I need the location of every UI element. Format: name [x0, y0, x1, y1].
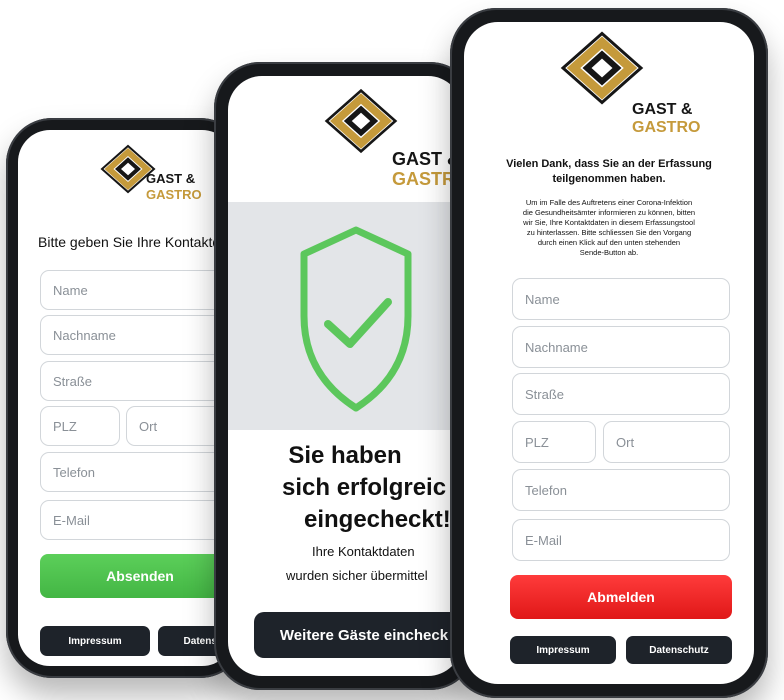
thanks-heading-line1: Vielen Dank, dass Sie an der Erfassung [506, 158, 712, 170]
nachname-field[interactable]: Nachname [40, 315, 230, 355]
info-line: Um im Falle des Auftretens einer Corona-… [525, 198, 693, 207]
shield-check-icon [300, 226, 412, 412]
success-heading-line2: sich erfolgreic [282, 474, 447, 501]
info-line: durch einen Klick auf den unten stehende… [537, 238, 681, 247]
brand-name-line1: GAST & [146, 171, 196, 186]
name-field[interactable]: Name [40, 270, 230, 310]
middle-phone-screen: GAST & GASTRO Sie haben sich erfolgreic … [228, 76, 462, 676]
brand-name-line2: GASTRO [146, 187, 202, 202]
brand-name-line1: GAST & [632, 101, 693, 118]
info-line: wir Sie, Ihre Kontaktdaten in diesem Erf… [523, 218, 695, 227]
right-phone-screen: GAST & GASTRO Vielen Dank, dass Sie an d… [464, 22, 754, 684]
left-phone-screen: GAST & GASTRO Bitte geben Sie Ihre Konta… [18, 130, 234, 666]
plz-field[interactable]: PLZ [40, 406, 120, 446]
success-heading-line1: Sie haben [288, 442, 402, 469]
left-phone: GAST & GASTRO Bitte geben Sie Ihre Konta… [6, 118, 246, 678]
plz-field[interactable]: PLZ [512, 421, 596, 463]
impressum-button[interactable]: Impressum [510, 636, 616, 664]
success-banner [228, 202, 462, 430]
brand-logo-icon [560, 31, 644, 105]
nachname-field[interactable]: Nachname [512, 326, 730, 368]
info-line: zu hinterlassen. Bitte schliessen Sie de… [526, 228, 692, 237]
success-sub-line1: Ihre Kontaktdaten [312, 544, 415, 559]
right-phone: GAST & GASTRO Vielen Dank, dass Sie an d… [450, 8, 768, 698]
brand-name-line2: GASTRO [632, 119, 701, 136]
middle-phone: GAST & GASTRO Sie haben sich erfolgreic … [214, 62, 476, 690]
datenschutz-button[interactable]: Datenschutz [626, 636, 732, 664]
ort-field[interactable]: Ort [603, 421, 730, 463]
logout-button[interactable]: Abmelden [510, 575, 732, 619]
success-sub-line2: wurden sicher übermittel [286, 568, 428, 583]
impressum-button[interactable]: Impressum [40, 626, 150, 656]
info-line: Sende-Button ab. [579, 248, 639, 257]
success-heading-line3: eingecheckt! [304, 506, 451, 533]
email-field[interactable]: E-Mail [512, 519, 730, 561]
thanks-heading-line2: teilgenommen haben. [552, 173, 666, 185]
info-line: die Gesundheitsämter informieren zu könn… [522, 208, 696, 217]
telefon-field[interactable]: Telefon [512, 469, 730, 511]
brand-logo-icon [324, 88, 398, 154]
name-field[interactable]: Name [512, 278, 730, 320]
strasse-field[interactable]: Straße [512, 373, 730, 415]
email-field[interactable]: E-Mail [40, 500, 230, 540]
submit-button[interactable]: Absenden [40, 554, 234, 598]
telefon-field[interactable]: Telefon [40, 452, 230, 492]
more-guests-button[interactable]: Weitere Gäste eincheck [254, 612, 462, 658]
info-text: Um im Falle des Auftretens einer Corona-… [464, 198, 754, 258]
contact-prompt: Bitte geben Sie Ihre Kontaktda [38, 234, 228, 250]
strasse-field[interactable]: Straße [40, 361, 230, 401]
